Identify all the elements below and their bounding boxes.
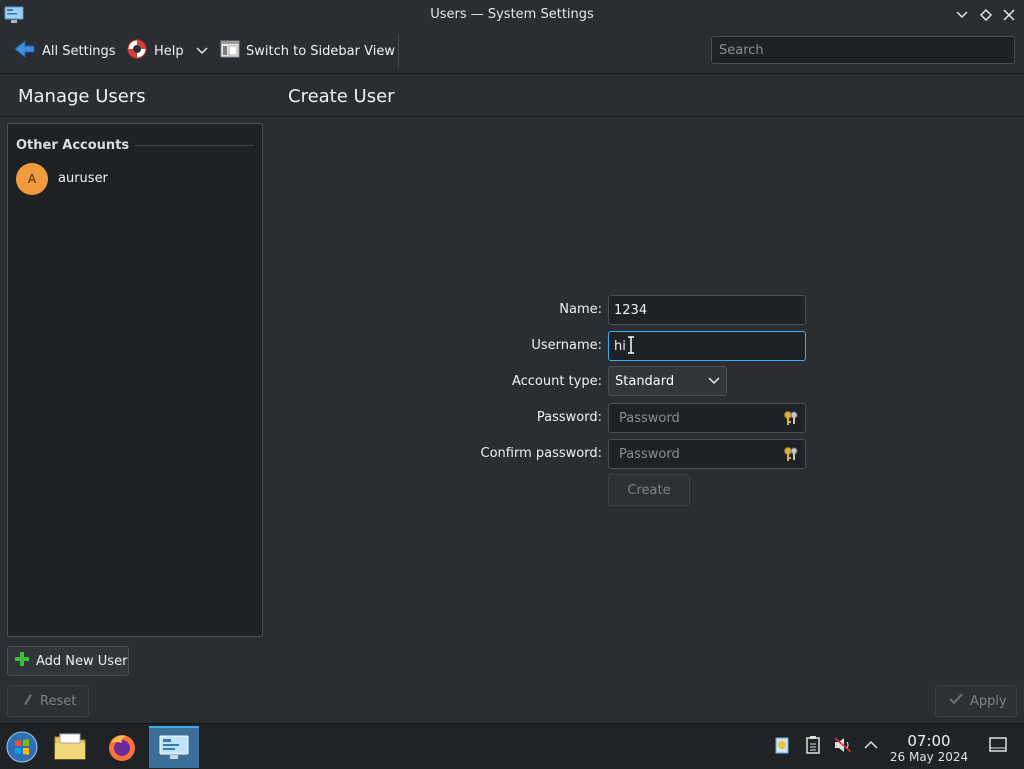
taskbar: 07:00 26 May 2024 bbox=[0, 723, 1024, 769]
chevron-down-icon bbox=[708, 374, 720, 389]
volume-muted-icon[interactable] bbox=[833, 735, 853, 755]
clock-time[interactable]: 07:00 bbox=[890, 732, 968, 750]
accounts-list: Other Accounts A auruser bbox=[7, 123, 263, 637]
reset-icon bbox=[22, 692, 34, 710]
toolbar: All Settings Help Switch to Sidebar View bbox=[0, 30, 1024, 74]
add-new-user-button[interactable]: Add New User bbox=[7, 646, 129, 676]
notes-tray-icon[interactable] bbox=[803, 735, 823, 755]
section-heading: Other Accounts bbox=[16, 138, 130, 153]
clock-date[interactable]: 26 May 2024 bbox=[880, 750, 978, 764]
maximize-icon[interactable] bbox=[977, 5, 995, 25]
user-name: auruser bbox=[58, 171, 108, 186]
key-icon[interactable] bbox=[783, 410, 799, 426]
lifebuoy-icon bbox=[126, 38, 148, 64]
account-type-select[interactable]: Standard bbox=[608, 366, 727, 396]
text-cursor-icon bbox=[627, 335, 635, 359]
back-arrow-icon bbox=[14, 39, 36, 63]
add-user-label: Add New User bbox=[36, 653, 128, 669]
title-bar: Users — System Settings bbox=[0, 0, 1024, 30]
switch-view-button[interactable]: Switch to Sidebar View bbox=[220, 38, 395, 64]
username-label: Username: bbox=[531, 338, 602, 353]
key-icon[interactable] bbox=[783, 446, 799, 462]
confirm-password-field[interactable] bbox=[608, 439, 806, 469]
manage-users-title: Manage Users bbox=[18, 86, 146, 107]
account-type-label: Account type: bbox=[511, 374, 602, 389]
password-label: Password: bbox=[536, 410, 602, 425]
close-icon[interactable] bbox=[1000, 5, 1018, 25]
user-list-item[interactable]: A auruser bbox=[8, 162, 262, 196]
username-field[interactable] bbox=[608, 331, 806, 361]
section-divider bbox=[134, 145, 254, 146]
name-label: Name: bbox=[559, 302, 602, 317]
apply-label: Apply bbox=[970, 693, 1007, 709]
confirm-password-label: Confirm password: bbox=[480, 446, 602, 461]
help-button[interactable]: Help bbox=[126, 38, 208, 64]
all-settings-button[interactable]: All Settings bbox=[14, 38, 116, 64]
system-settings-task[interactable] bbox=[149, 726, 199, 768]
minimize-icon[interactable] bbox=[953, 5, 971, 25]
create-button[interactable]: Create bbox=[608, 474, 690, 506]
chevron-up-icon[interactable] bbox=[861, 735, 881, 755]
plus-icon bbox=[14, 651, 30, 671]
sidebar-view-icon bbox=[220, 39, 240, 63]
show-desktop-icon[interactable] bbox=[988, 735, 1008, 755]
apply-button[interactable]: Apply bbox=[935, 685, 1017, 717]
checkmark-icon bbox=[948, 692, 964, 710]
reset-button[interactable]: Reset bbox=[7, 685, 89, 717]
clipboard-tray-icon[interactable] bbox=[772, 735, 792, 755]
switch-view-label: Switch to Sidebar View bbox=[246, 43, 395, 59]
create-user-title: Create User bbox=[288, 86, 395, 107]
avatar: A bbox=[16, 163, 48, 195]
all-settings-label: All Settings bbox=[42, 43, 116, 59]
chevron-down-icon bbox=[196, 44, 208, 59]
file-manager-icon[interactable] bbox=[48, 726, 92, 768]
window-title: Users — System Settings bbox=[430, 7, 594, 22]
search-input[interactable] bbox=[711, 36, 1015, 64]
start-menu-icon[interactable] bbox=[0, 726, 44, 768]
firefox-icon[interactable] bbox=[100, 726, 144, 768]
help-label: Help bbox=[154, 43, 184, 59]
name-field[interactable] bbox=[608, 295, 806, 325]
toolbar-separator bbox=[398, 34, 399, 68]
account-type-value: Standard bbox=[615, 373, 675, 389]
header-row: Manage Users Create User bbox=[0, 74, 1024, 117]
password-field[interactable] bbox=[608, 403, 806, 433]
reset-label: Reset bbox=[40, 693, 77, 709]
